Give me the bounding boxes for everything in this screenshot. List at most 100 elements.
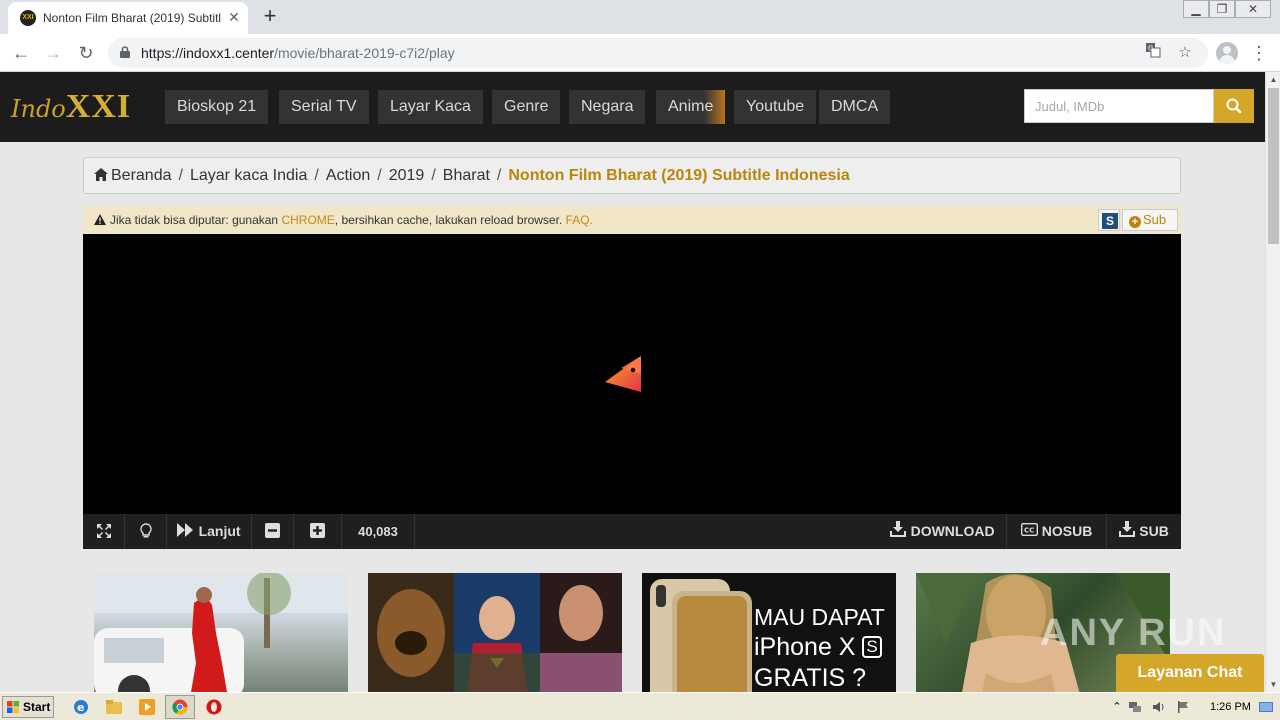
ad-banner-2[interactable] — [368, 573, 622, 692]
nav-negara[interactable]: Negara — [569, 90, 646, 124]
player-controls: Lanjut 40,083 DOWNLOAD CC NOSUB SUB — [83, 514, 1181, 549]
nav-serial-tv[interactable]: Serial TV — [279, 90, 369, 124]
tray-expand-icon[interactable]: ⌃ — [1110, 700, 1124, 714]
iphone-ad-line2: iPhone X S — [754, 631, 885, 663]
breadcrumb-action[interactable]: Action — [326, 167, 370, 184]
plus-square-icon — [310, 523, 325, 538]
download-sub-icon — [1119, 521, 1136, 537]
internet-explorer-icon[interactable]: e — [72, 698, 90, 716]
search-input[interactable] — [1024, 89, 1214, 123]
sub-label: SUB — [1139, 523, 1169, 539]
next-episode-label: Lanjut — [198, 523, 241, 539]
address-bar[interactable]: https://indoxx1.center/movie/bharat-2019… — [108, 38, 1208, 68]
view-count-value: 40,083 — [358, 524, 398, 539]
shrink-player-button[interactable] — [252, 514, 294, 549]
site-favicon-icon: XXI — [20, 10, 36, 26]
player-notice: Jika tidak bisa diputar: gunakan CHROME,… — [83, 206, 1181, 234]
back-button[interactable]: ← — [8, 40, 34, 66]
nav-youtube[interactable]: Youtube — [734, 90, 817, 124]
profile-avatar-icon[interactable] — [1216, 42, 1238, 64]
download-button[interactable]: DOWNLOAD — [879, 514, 1006, 549]
volume-icon[interactable] — [1152, 700, 1166, 714]
plus-circle-icon: + — [1129, 216, 1141, 228]
breadcrumb-separator: / — [496, 167, 502, 184]
warning-icon — [94, 214, 106, 225]
view-count: 40,083 — [342, 514, 415, 549]
reload-button[interactable]: ↻ — [73, 40, 99, 66]
taskbar-clock[interactable]: 1:26 PM — [1210, 693, 1251, 720]
expand-icon — [96, 524, 111, 538]
site-logo[interactable]: IndoXXI — [11, 88, 132, 125]
search-button[interactable] — [1214, 89, 1254, 123]
show-desktop-icon[interactable] — [1258, 699, 1274, 715]
browser-toolbar: ← → ↻ https://indoxx1.center/movie/bhara… — [0, 34, 1280, 72]
chrome-taskbar-button[interactable] — [165, 695, 195, 719]
breadcrumb-layar-kaca-india[interactable]: Layar kaca India — [190, 167, 307, 184]
breadcrumb-separator: / — [178, 167, 183, 184]
next-episode-button[interactable]: Lanjut — [167, 514, 252, 549]
lock-icon — [120, 46, 130, 58]
breadcrumb-separator: / — [314, 167, 319, 184]
windows-taskbar: Start e ⌃ 1:26 PM — [0, 692, 1280, 720]
browser-tab[interactable]: XXI Nonton Film Bharat (2019) Subtitle I… — [8, 2, 248, 34]
file-explorer-icon[interactable] — [105, 698, 123, 716]
page-scrollbar[interactable]: ▲ ▼ — [1265, 72, 1280, 692]
action-center-flag-icon[interactable] — [1176, 700, 1190, 714]
lights-button[interactable] — [125, 514, 167, 549]
breadcrumb-year[interactable]: 2019 — [389, 167, 425, 184]
breadcrumb: Beranda / Layar kaca India / Action / 2019 / Bha… — [83, 157, 1181, 194]
svg-text:CC: CC — [1024, 527, 1034, 535]
sub-download-button[interactable]: SUB — [1106, 514, 1181, 549]
ad-photo-movie-collage — [368, 573, 622, 692]
network-icon[interactable] — [1128, 700, 1142, 714]
ad-banner-1[interactable] — [94, 573, 348, 692]
new-tab-button[interactable]: + — [258, 4, 282, 28]
download-icon — [890, 521, 907, 537]
minimize-button[interactable]: ▁ — [1183, 0, 1209, 18]
lightbulb-icon — [139, 523, 152, 538]
tab-close-icon[interactable]: ✕ — [226, 9, 242, 25]
scroll-up-arrow-icon[interactable]: ▲ — [1266, 72, 1280, 87]
add-sub-label: Sub — [1143, 212, 1167, 227]
translate-icon[interactable]: G — [1142, 42, 1164, 64]
scroll-down-arrow-icon[interactable]: ▼ — [1266, 677, 1280, 692]
restore-button[interactable]: ❐ — [1209, 0, 1235, 18]
chrome-link[interactable]: CHROME — [281, 213, 334, 227]
scrollbar-thumb[interactable] — [1268, 88, 1279, 244]
subtitle-s-icon: S — [1102, 213, 1118, 229]
video-player[interactable] — [83, 234, 1181, 514]
breadcrumb-home[interactable]: Beranda — [111, 167, 172, 184]
subtitle-s-button[interactable]: S — [1098, 209, 1120, 231]
add-sub-button[interactable]: + Sub — [1122, 209, 1178, 231]
minus-square-icon — [265, 523, 280, 538]
nav-anime[interactable]: Anime — [656, 90, 726, 124]
fullscreen-button[interactable] — [83, 514, 125, 549]
chrome-icon — [172, 699, 188, 715]
nosub-button[interactable]: CC NOSUB — [1006, 514, 1106, 549]
faq-link[interactable]: FAQ — [566, 213, 590, 227]
iphone-ad-s-badge: S — [862, 636, 882, 658]
nav-genre[interactable]: Genre — [492, 90, 561, 124]
nav-layar-kaca[interactable]: Layar Kaca — [378, 90, 483, 124]
ad-banner-iphone[interactable]: MAU DAPAT iPhone X S GRATIS ? — [642, 573, 896, 692]
windows-logo-icon — [7, 701, 19, 713]
nav-bioskop-21[interactable]: Bioskop 21 — [165, 90, 269, 124]
logo-xxi-text: XXI — [65, 88, 132, 125]
logo-indo-text: Indo — [11, 95, 66, 123]
forward-button[interactable]: → — [40, 40, 66, 66]
media-player-icon[interactable] — [138, 698, 156, 716]
browser-menu-icon[interactable]: ⋮ — [1250, 40, 1268, 66]
breadcrumb-separator: / — [431, 167, 436, 184]
opera-icon[interactable] — [205, 698, 223, 716]
browser-tab-bar: XXI Nonton Film Bharat (2019) Subtitle I… — [0, 0, 1280, 34]
bookmark-star-icon[interactable]: ☆ — [1174, 42, 1196, 64]
start-button[interactable]: Start — [2, 696, 54, 718]
window-close-button[interactable]: ✕ — [1235, 0, 1271, 18]
nav-dmca[interactable]: DMCA — [819, 90, 891, 124]
page-viewport: IndoXXI Bioskop 21 Serial TV Layar Kaca … — [0, 72, 1280, 692]
download-label: DOWNLOAD — [910, 523, 995, 539]
enlarge-player-button[interactable] — [294, 514, 342, 549]
svg-text:G: G — [1148, 45, 1153, 53]
breadcrumb-bharat[interactable]: Bharat — [443, 167, 490, 184]
live-chat-button[interactable]: Layanan Chat — [1116, 654, 1264, 692]
